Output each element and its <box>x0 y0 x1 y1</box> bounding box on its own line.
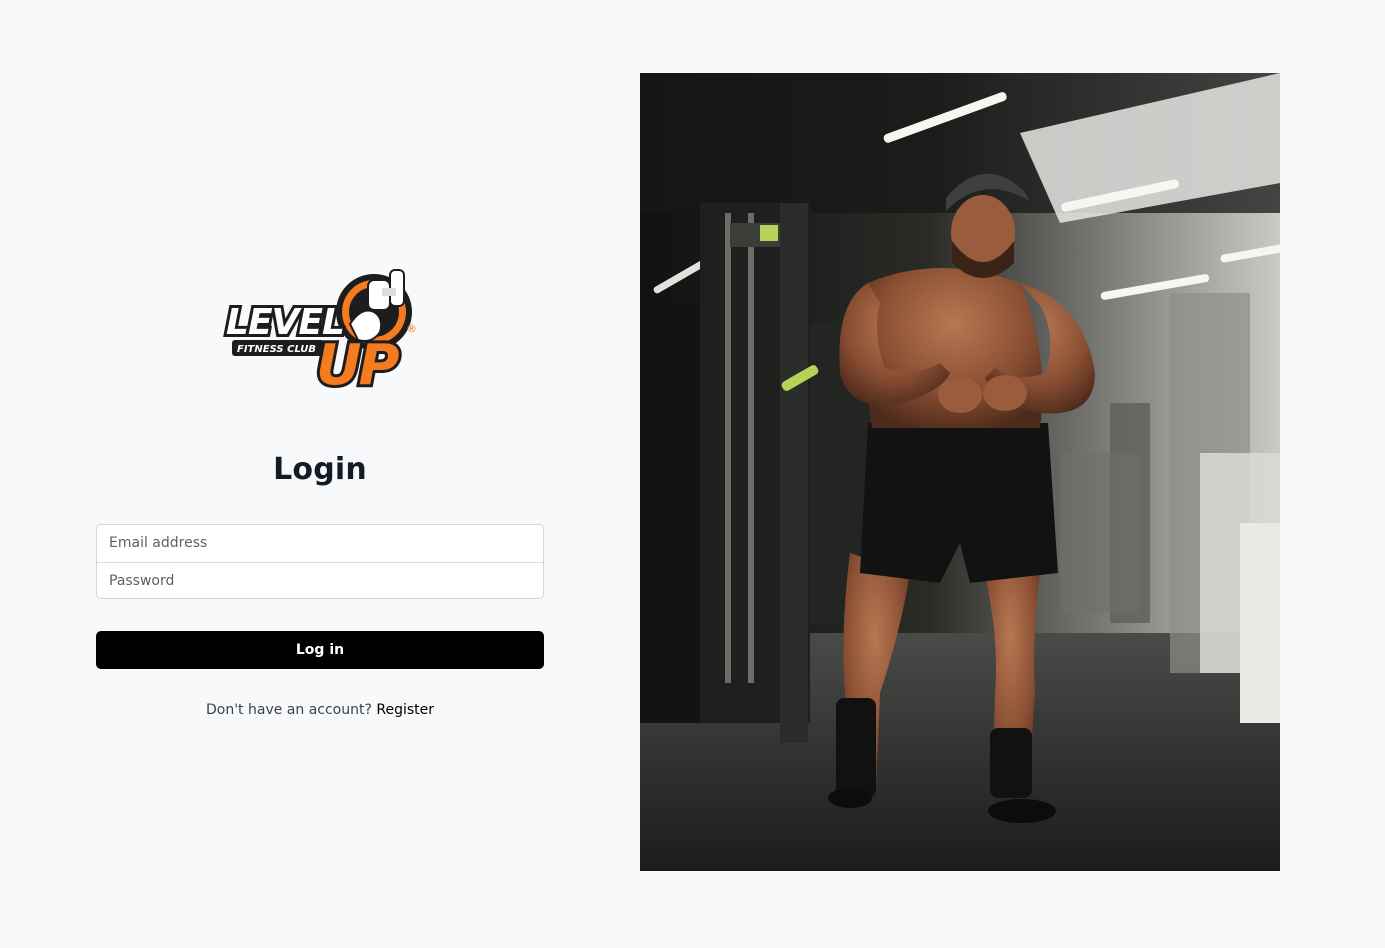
svg-text:®: ® <box>406 322 417 335</box>
svg-text:FITNESS CLUB: FITNESS CLUB <box>237 344 316 355</box>
register-link[interactable]: Register <box>376 702 434 718</box>
page-title: Login <box>273 452 367 487</box>
register-prompt-text: Don't have an account? <box>205 702 372 718</box>
login-panel: LEVEL FITNESS CLUB UP ® Login Log in Don… <box>96 0 544 948</box>
register-prompt: Don't have an account? Register <box>96 702 544 718</box>
email-field[interactable] <box>97 525 543 562</box>
brand-logo: LEVEL FITNESS CLUB UP ® <box>222 266 418 390</box>
login-button[interactable]: Log in <box>96 631 544 669</box>
password-field[interactable] <box>97 562 543 598</box>
hero-image <box>640 73 1280 871</box>
credentials-fields <box>96 524 544 599</box>
svg-text:UP: UP <box>316 333 399 390</box>
bodybuilder-in-gym-photo <box>640 73 1280 871</box>
